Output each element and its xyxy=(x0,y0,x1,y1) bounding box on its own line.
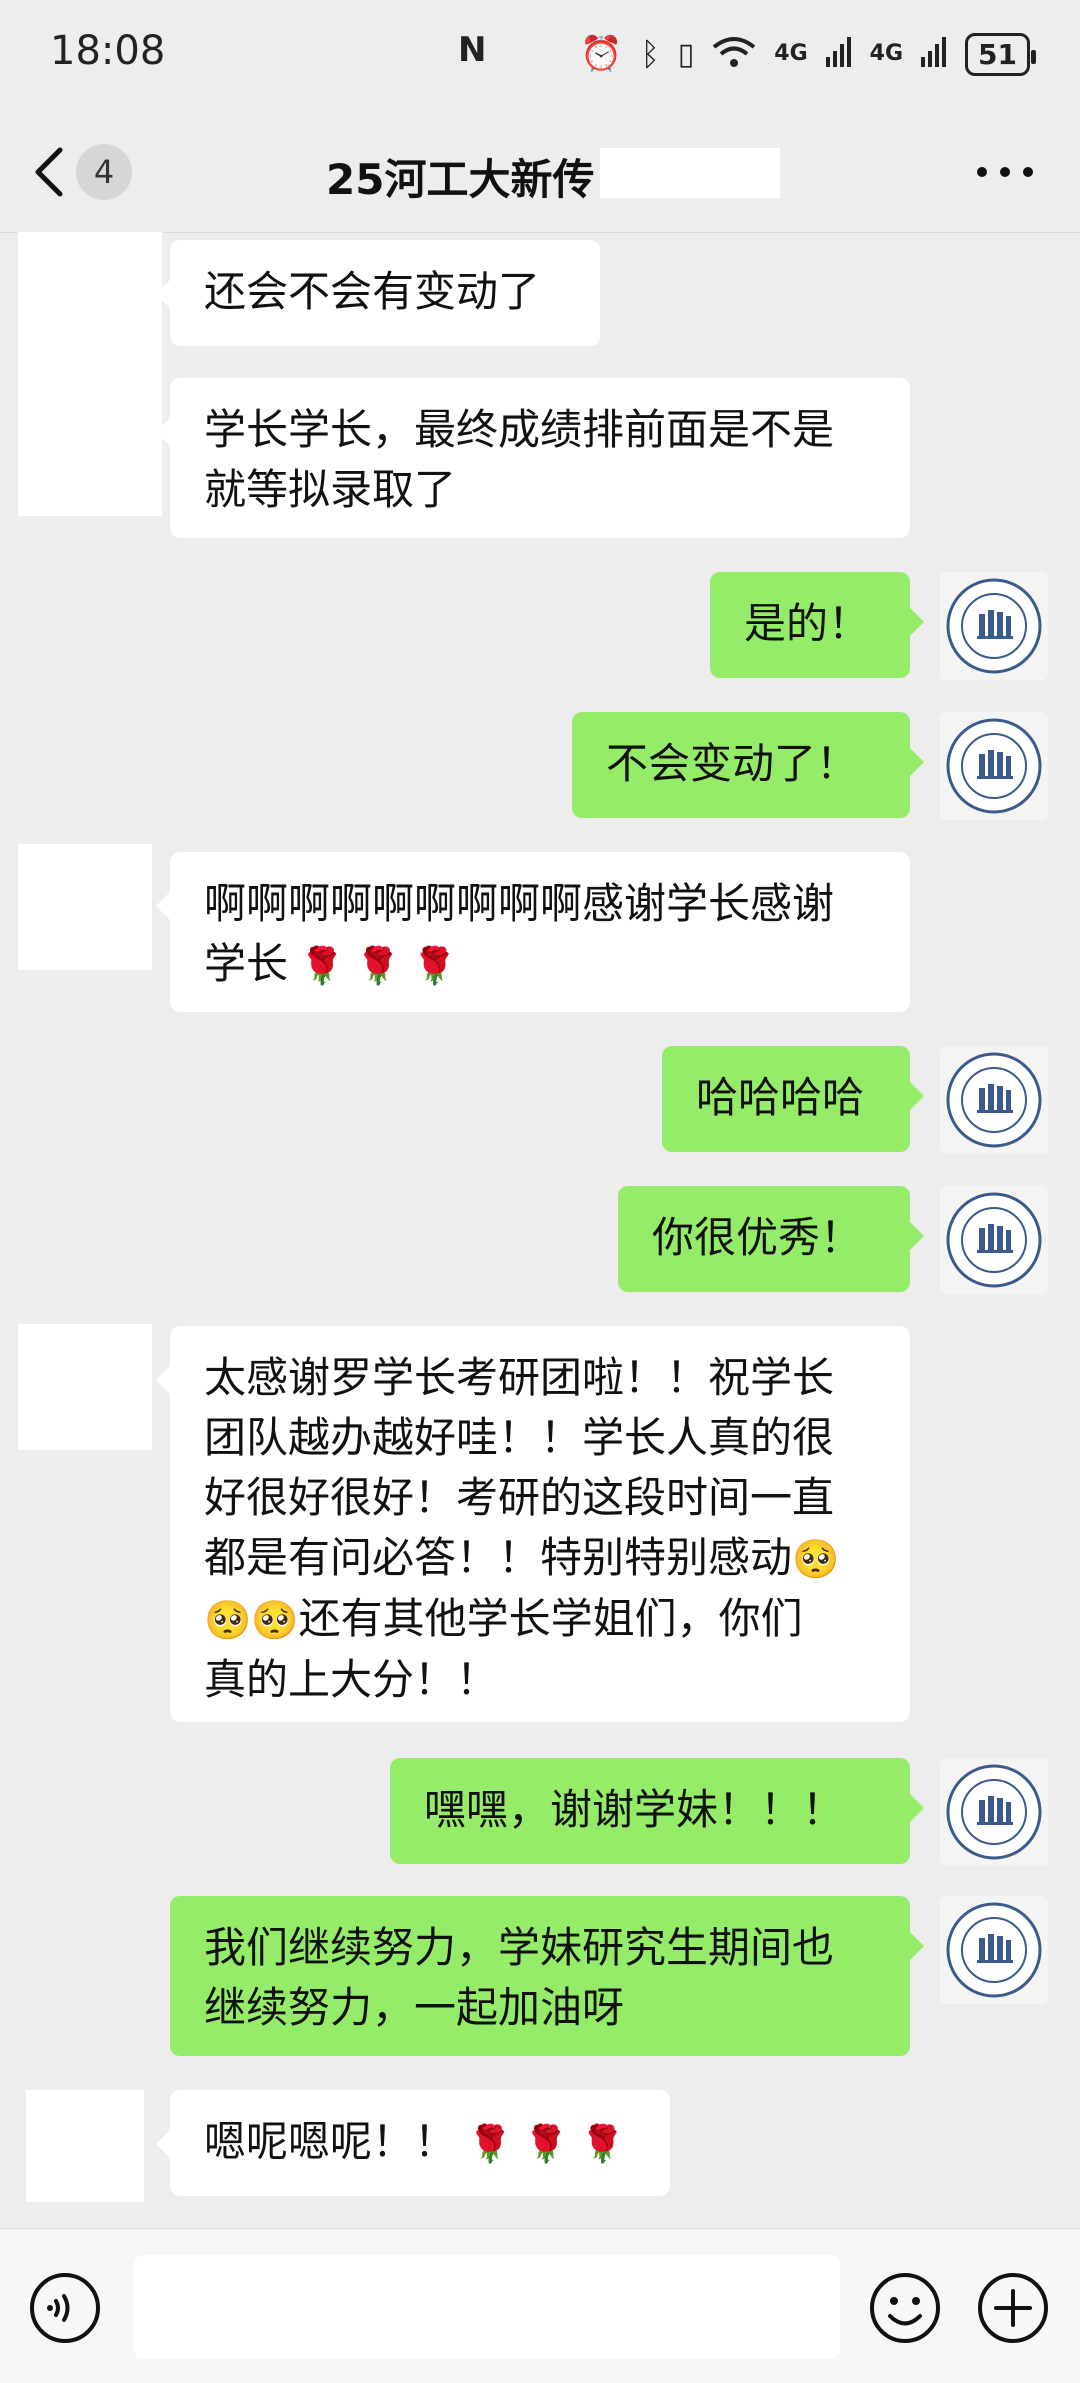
back-button[interactable]: 4 xyxy=(34,140,184,204)
emoji-button[interactable] xyxy=(868,2271,942,2345)
message-text-line: 啊啊啊啊啊啊啊啊啊感谢学长感谢 xyxy=(204,879,835,928)
message-text: 哈哈哈哈 xyxy=(696,1073,865,1122)
message-text: 不会变动了！ xyxy=(606,739,859,788)
more-options-button[interactable] xyxy=(970,150,1040,194)
message-text: 还会不会有变动了 xyxy=(204,267,541,316)
message-text-line: 学长 xyxy=(204,939,289,988)
message-text-line: 团队越办越好哇！！学长人真的很 xyxy=(204,1413,835,1462)
sender-avatar-redacted xyxy=(18,1324,152,1450)
pleading-face-emoji: 🥺 xyxy=(792,1537,840,1581)
message-text-line: 都是有问必答！！特别特别感动 xyxy=(204,1533,793,1582)
own-avatar[interactable] xyxy=(940,1046,1048,1154)
title-redaction xyxy=(600,148,780,198)
message-text-line: 我们继续努力，学妹研究生期间也 xyxy=(204,1923,835,1972)
message-sent[interactable]: 我们继续努力，学妹研究生期间也 继续努力，一起加油呀 xyxy=(170,1896,924,2056)
alarm-icon: ⏰ xyxy=(580,34,623,74)
own-avatar[interactable] xyxy=(940,1186,1048,1294)
message-text: 是的！ xyxy=(744,599,871,648)
sender-avatar-redacted xyxy=(18,844,152,970)
battery-indicator: 51 xyxy=(965,32,1036,76)
status-bar: 18:08 N ⏰ ᛒ ▯ 4G 4G 51 xyxy=(0,0,1080,110)
message-sent[interactable]: 你很优秀！ xyxy=(618,1186,924,1292)
own-avatar[interactable] xyxy=(940,1896,1048,2004)
signal-4g-2: 4G xyxy=(869,41,904,66)
input-bar xyxy=(0,2228,1080,2383)
signal-4g-1: 4G xyxy=(774,41,808,66)
message-text-line: 就等拟录取了 xyxy=(204,465,457,514)
message-text: 嗯呢嗯呢！！ xyxy=(204,2117,457,2166)
plus-icon xyxy=(978,2273,1048,2343)
message-text-line: 还有其他学长学姐们，你们 xyxy=(298,1594,803,1643)
wifi-icon xyxy=(712,35,756,73)
message-sent[interactable]: 不会变动了！ xyxy=(572,712,924,818)
message-input[interactable] xyxy=(134,2255,840,2359)
own-avatar[interactable] xyxy=(940,572,1048,680)
message-text: 嘿嘿，谢谢学妹！！！ xyxy=(424,1785,845,1834)
message-text-line: 太感谢罗学长考研团啦！！祝学长 xyxy=(204,1353,835,1402)
vibrate-icon: ▯ xyxy=(677,36,695,72)
message-received[interactable]: 嗯呢嗯呢！！ 🌹 🌹 🌹 xyxy=(156,2090,670,2196)
message-sent[interactable]: 是的！ xyxy=(710,572,924,678)
more-functions-button[interactable] xyxy=(976,2271,1050,2345)
message-text-line: 学长学长，最终成绩排前面是不是 xyxy=(204,405,835,454)
chat-header: 4 25河工大新传 xyxy=(0,110,1080,233)
unread-badge: 4 xyxy=(76,144,132,200)
voice-icon xyxy=(30,2273,100,2343)
signal-bars-icon xyxy=(825,37,852,71)
own-avatar[interactable] xyxy=(940,712,1048,820)
status-icons: ⏰ ᛒ ▯ 4G 4G 51 xyxy=(580,26,1036,82)
sender-avatar-redacted xyxy=(18,232,162,516)
pleading-face-emoji: 🥺🥺 xyxy=(204,1598,299,1642)
message-sent[interactable]: 嘿嘿，谢谢学妹！！！ xyxy=(390,1758,924,1864)
message-text: 你很优秀！ xyxy=(652,1213,863,1262)
message-text-line: 真的上大分！！ xyxy=(204,1655,499,1704)
more-icon xyxy=(977,167,1033,177)
message-received[interactable]: 啊啊啊啊啊啊啊啊啊感谢学长感谢 学长 🌹 🌹 🌹 xyxy=(156,852,910,1012)
bluetooth-icon: ᛒ xyxy=(640,35,660,73)
rose-emoji: 🌹 🌹 🌹 xyxy=(288,946,457,987)
own-avatar[interactable] xyxy=(940,1758,1048,1866)
message-received[interactable]: 学长学长，最终成绩排前面是不是 就等拟录取了 xyxy=(156,378,910,538)
rose-emoji: 🌹 🌹 🌹 xyxy=(456,2124,625,2165)
message-text-line: 继续努力，一起加油呀 xyxy=(204,1983,625,2032)
sender-avatar-redacted xyxy=(26,2090,144,2202)
voice-input-button[interactable] xyxy=(28,2271,102,2345)
message-received[interactable]: 太感谢罗学长考研团啦！！祝学长 团队越办越好哇！！学长人真的很 好很好很好！考研… xyxy=(156,1326,910,1722)
nfc-icon: N xyxy=(458,30,487,70)
status-time: 18:08 xyxy=(50,28,166,74)
message-text-line: 好很好很好！考研的这段时间一直 xyxy=(204,1473,835,1522)
message-sent[interactable]: 哈哈哈哈 xyxy=(662,1046,924,1152)
smiley-icon xyxy=(870,2273,940,2343)
chevron-left-icon xyxy=(35,147,63,197)
chat-title: 25河工大新传 xyxy=(326,155,595,204)
signal-bars-icon-2 xyxy=(921,37,947,71)
message-received[interactable]: 还会不会有变动了 xyxy=(156,240,600,346)
